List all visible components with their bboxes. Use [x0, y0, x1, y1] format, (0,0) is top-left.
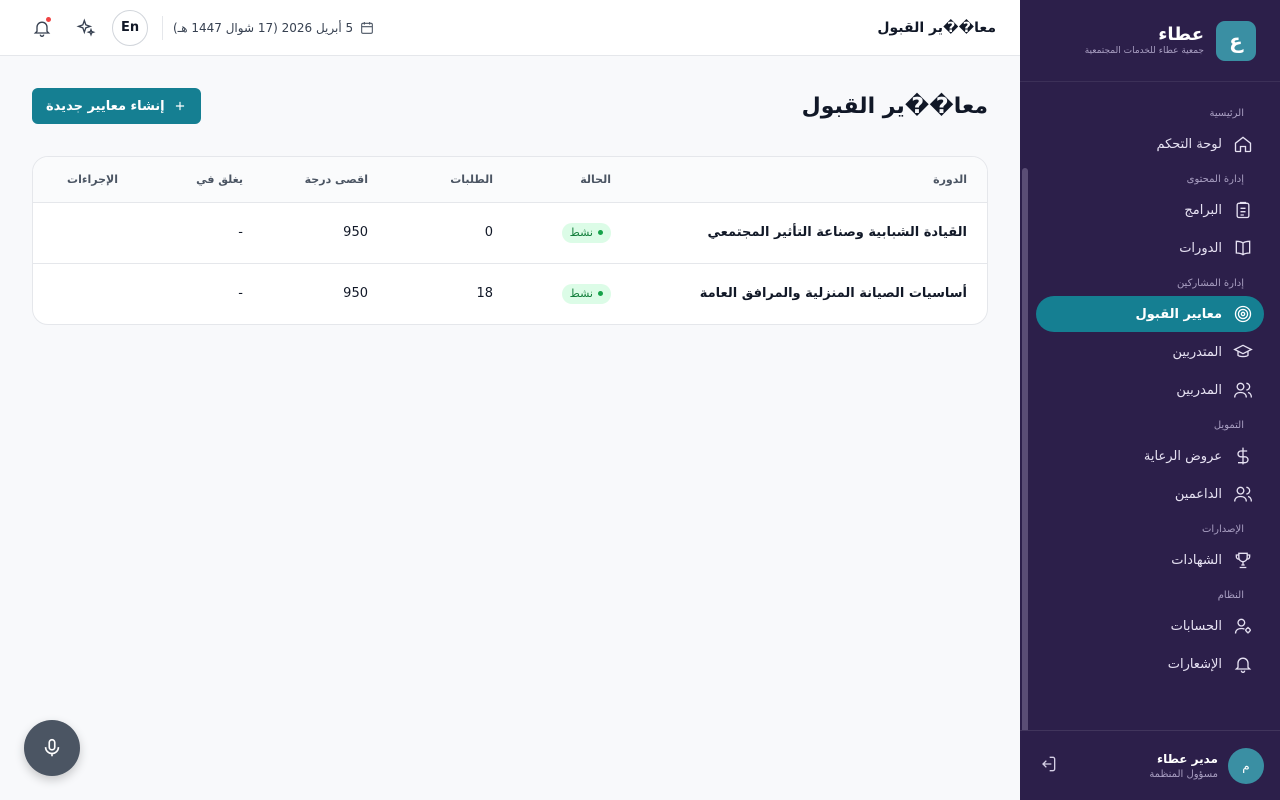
cell-actions[interactable]: [33, 263, 138, 324]
language-toggle-button[interactable]: En: [112, 9, 148, 46]
bell-icon: [1232, 653, 1254, 675]
brand-name: عطاء: [1158, 23, 1204, 45]
target-icon: [1232, 303, 1254, 325]
sidebar-item-label: المتدربين: [1172, 344, 1222, 360]
sidebar-item-label: عروض الرعاية: [1143, 448, 1222, 464]
header-closes[interactable]: يغلق في: [138, 157, 263, 203]
user-name: مدير عطاء: [1156, 751, 1218, 766]
topbar-title: معا��ير القبول: [877, 19, 996, 36]
cell-course[interactable]: أساسيات الصيانة المنزلية والمرافق العامة: [631, 263, 987, 324]
sidebar-item-label: المدربين: [1176, 382, 1222, 398]
header-applications[interactable]: الطلبات: [388, 157, 513, 203]
sidebar-item-label: الإشعارات: [1167, 656, 1222, 672]
cell-max-score: 950: [263, 202, 388, 264]
plus-icon: [175, 101, 184, 111]
create-criteria-label: إنشاء معايير جديدة: [46, 98, 165, 114]
topbar-tools: 5 أبريل 2026 (17 شوال 1447 هـ) En: [24, 9, 375, 46]
criteria-table: الدورة الحالة الطلبات اقصى درجة يغلق في …: [33, 157, 987, 324]
clipboard-icon: [1232, 199, 1254, 221]
sidebar-item-label: البرامج: [1184, 202, 1222, 218]
avatar: م: [1228, 747, 1264, 784]
book-icon: [1232, 237, 1254, 259]
nav-section-title: الإصدارات: [1201, 524, 1244, 535]
sidebar-item-label: الحسابات: [1170, 618, 1222, 634]
sidebar-item-sponsorship-offers[interactable]: عروض الرعاية: [1036, 438, 1264, 474]
date-text: 5 أبريل 2026 (17 شوال 1447 هـ): [173, 20, 354, 35]
sparkles-icon: [76, 17, 96, 37]
brand-subtitle: جمعية عطاء للخدمات المجتمعية: [1084, 46, 1204, 57]
cell-closes: -: [238, 286, 243, 302]
sidebar-item-supporters[interactable]: الداعمين: [1036, 476, 1264, 512]
home-icon: [1232, 133, 1254, 155]
status-badge: نشط: [561, 222, 611, 243]
sidebar: ع عطاء جمعية عطاء للخدمات المجتمعية الرئ…: [1020, 0, 1280, 800]
header-course[interactable]: الدورة: [631, 157, 987, 203]
nav-section-title: الرئيسية: [1209, 108, 1244, 119]
table-row[interactable]: أساسيات الصيانة المنزلية والمرافق العامة…: [33, 263, 987, 324]
calendar-icon: [361, 21, 374, 34]
sidebar-item-programs[interactable]: البرامج: [1036, 192, 1264, 228]
nav-section-title: التمويل: [1213, 420, 1244, 431]
sidebar-item-label: الداعمين: [1174, 486, 1222, 502]
users-icon: [1232, 379, 1254, 401]
graduation-cap-icon: [1232, 341, 1254, 363]
users-icon: [1232, 483, 1254, 505]
status-badge: نشط: [561, 283, 611, 304]
nav-section-title: إدارة المشاركين: [1176, 278, 1244, 289]
dollar-icon: [1232, 445, 1254, 467]
table-header-row: الدورة الحالة الطلبات اقصى درجة يغلق في …: [33, 157, 987, 203]
sidebar-item-label: الشهادات: [1171, 552, 1222, 568]
status-badge-label: نشط: [569, 287, 593, 301]
cell-applications: 0: [388, 202, 513, 264]
topbar: معا��ير القبول 5 أبريل 2026 (17 شوال 144…: [0, 0, 1020, 56]
sidebar-item-label: معايير القبول: [1135, 306, 1223, 322]
cell-closes: -: [138, 202, 263, 264]
user-gear-icon: [1232, 615, 1254, 637]
sidebar-item-trainers[interactable]: المدربين: [1036, 372, 1264, 408]
sidebar-scrollbar[interactable]: [1022, 168, 1028, 730]
sidebar-item-trainees[interactable]: المتدربين: [1036, 334, 1264, 370]
sidebar-item-dashboard[interactable]: لوحة التحكم: [1036, 126, 1264, 162]
cell-applications: 18: [476, 286, 493, 302]
trophy-icon: [1232, 549, 1254, 571]
microphone-icon: [44, 738, 60, 757]
sidebar-item-courses[interactable]: الدورات: [1036, 230, 1264, 266]
sidebar-item-certificates[interactable]: الشهادات: [1036, 542, 1264, 578]
page-title: معا��ير القبول: [801, 93, 988, 119]
logout-icon[interactable]: [1038, 754, 1058, 778]
main-content: معا��ير القبول إنشاء معايير جديدة الدورة…: [0, 56, 1020, 800]
brand-logo[interactable]: ع: [1216, 20, 1256, 61]
status-dot: [598, 291, 603, 297]
status-badge-label: نشط: [569, 226, 593, 239]
sidebar-item-label: لوحة التحكم: [1156, 136, 1222, 152]
cell-max-score: 950: [343, 286, 368, 302]
date-display: 5 أبريل 2026 (17 شوال 1447 هـ): [162, 15, 375, 40]
criteria-table-card: الدورة الحالة الطلبات اقصى درجة يغلق في …: [32, 156, 988, 325]
user-profile[interactable]: م مدير عطاء مسؤول المنظمة: [1020, 730, 1280, 800]
nav-section-title: إدارة المحتوى: [1186, 174, 1244, 185]
header-max-score[interactable]: اقصى درجة: [263, 157, 388, 203]
cell-status: نشط: [513, 202, 631, 264]
notification-dot: [46, 16, 51, 22]
create-criteria-button[interactable]: إنشاء معايير جديدة: [32, 88, 201, 124]
header-status[interactable]: الحالة: [513, 157, 631, 203]
sidebar-nav: الرئيسية لوحة التحكم إدارة المحتوى البرا…: [1020, 82, 1280, 730]
cell-course[interactable]: القيادة الشبابية وصناعة التأثير المجتمعي: [631, 202, 987, 264]
ai-assistant-button[interactable]: [68, 10, 104, 46]
status-dot: [598, 230, 603, 235]
sidebar-item-accounts[interactable]: الحسابات: [1036, 608, 1264, 644]
nav-section-title: النظام: [1217, 590, 1244, 601]
header-actions: الإجراءات: [33, 157, 138, 203]
sidebar-item-admission-criteria[interactable]: معايير القبول: [1036, 296, 1264, 332]
cell-actions[interactable]: [33, 202, 138, 264]
user-role: مسؤول المنظمة: [1149, 768, 1218, 780]
sidebar-item-label: الدورات: [1179, 240, 1222, 256]
voice-input-button[interactable]: [24, 720, 80, 776]
brand: ع عطاء جمعية عطاء للخدمات المجتمعية: [1020, 0, 1280, 82]
sidebar-item-notifications[interactable]: الإشعارات: [1036, 646, 1264, 682]
table-row[interactable]: القيادة الشبابية وصناعة التأثير المجتمعي…: [33, 202, 987, 264]
cell-status: نشط: [513, 263, 631, 324]
notifications-button[interactable]: [24, 10, 60, 46]
